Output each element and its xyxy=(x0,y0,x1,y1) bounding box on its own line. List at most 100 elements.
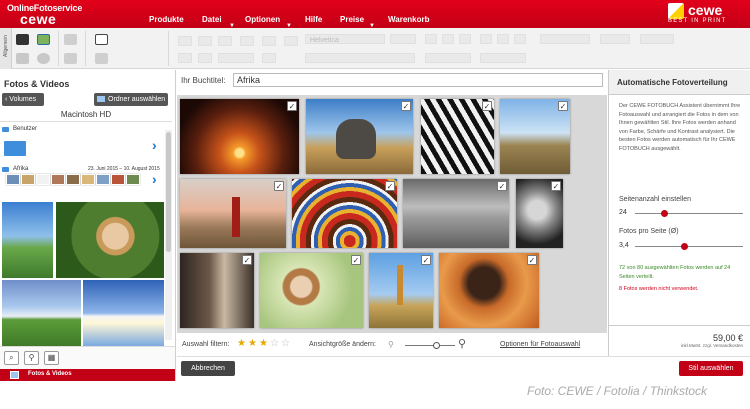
photo-add-icon[interactable] xyxy=(37,34,50,45)
photo-icon xyxy=(10,371,19,379)
grid-view-icon[interactable]: ▦ xyxy=(44,351,59,365)
photo-thumbnail[interactable] xyxy=(56,202,164,278)
tab-label: Fotos & Videos xyxy=(28,371,72,377)
photo-card[interactable]: ✓ xyxy=(439,253,539,328)
panel-title: Automatische Fotoverteilung xyxy=(609,70,750,95)
layer-icon[interactable] xyxy=(218,36,232,46)
rotate-icon[interactable] xyxy=(262,36,276,46)
folder-item-benutzer[interactable]: Benutzer › xyxy=(2,125,162,165)
person-small-icon: ⚲ xyxy=(388,340,394,349)
photo-card[interactable]: ✓ xyxy=(403,179,509,248)
photo-thumbnail[interactable] xyxy=(2,202,53,278)
save-as-icon[interactable] xyxy=(16,53,29,64)
photo-thumbnail[interactable] xyxy=(83,280,164,346)
photo-checkbox[interactable]: ✓ xyxy=(551,181,561,191)
photo-card[interactable]: ✓ xyxy=(292,179,397,248)
folder-item-afrika[interactable]: Afrika 23. Juni 2015 – 10. August 2015 › xyxy=(2,165,168,201)
line-spacing-select[interactable] xyxy=(305,53,415,63)
cancel-button[interactable]: Abbrechen xyxy=(181,361,235,376)
search-icon[interactable]: ⚲ xyxy=(24,351,39,365)
align-icon[interactable] xyxy=(178,36,192,46)
border-select[interactable] xyxy=(480,53,526,63)
text-align-left-icon[interactable] xyxy=(480,34,492,44)
copy-icon[interactable] xyxy=(95,34,108,45)
star-filled-icon[interactable]: ★ xyxy=(237,338,246,349)
italic-icon[interactable] xyxy=(442,34,454,44)
text-frame-select[interactable] xyxy=(425,53,471,63)
star-filled-icon[interactable]: ★ xyxy=(248,338,257,349)
filter-label: Auswahl filtern: xyxy=(182,341,230,348)
filter-icon[interactable]: ⌕ xyxy=(4,351,19,365)
photo-card[interactable]: ✓ xyxy=(306,99,413,174)
photo-checkbox[interactable]: ✓ xyxy=(351,255,361,265)
nav-preise[interactable]: Preise xyxy=(340,15,364,24)
effect-select[interactable] xyxy=(600,34,630,44)
photo-card[interactable]: ✓ xyxy=(421,99,494,174)
nav-datei[interactable]: Datei xyxy=(202,15,222,24)
zoom-out-icon[interactable] xyxy=(198,53,212,63)
photo-checkbox[interactable]: ✓ xyxy=(558,101,568,111)
photo-card[interactable]: ✓ xyxy=(180,99,299,174)
scrollbar-thumb[interactable] xyxy=(166,132,171,252)
star-empty-icon[interactable]: ☆ xyxy=(270,338,279,349)
crop-icon[interactable] xyxy=(240,36,254,46)
text-align-right-icon[interactable] xyxy=(514,34,526,44)
choose-folder-button[interactable]: Ordner auswählen xyxy=(94,93,168,106)
pages-slider-handle[interactable] xyxy=(661,210,668,217)
photo-checkbox[interactable]: ✓ xyxy=(274,181,284,191)
undo-icon[interactable] xyxy=(64,34,77,45)
book-title-input[interactable] xyxy=(233,73,603,87)
text-align-center-icon[interactable] xyxy=(497,34,509,44)
nav-produkte[interactable]: Produkte xyxy=(149,15,184,24)
photo-card[interactable]: ✓ xyxy=(180,179,286,248)
volumes-button[interactable]: ‹ Volumes xyxy=(2,93,44,106)
underline-icon[interactable] xyxy=(459,34,471,44)
select-style-button[interactable]: Stil auswählen xyxy=(679,361,743,376)
photo-options-link[interactable]: Optionen für Fotoauswahl xyxy=(500,341,580,348)
photo-checkbox[interactable]: ✓ xyxy=(385,181,395,191)
redo-icon[interactable] xyxy=(64,53,77,64)
bold-icon[interactable] xyxy=(425,34,437,44)
settings-icon[interactable] xyxy=(37,53,50,64)
per-page-slider-track[interactable] xyxy=(635,246,743,247)
top-navigation-bar: OnlineFotoservice cewe Produkte Datei ▼ … xyxy=(0,0,750,29)
chevron-right-icon[interactable]: › xyxy=(152,171,157,187)
photo-checkbox[interactable]: ✓ xyxy=(287,101,297,111)
grid-icon[interactable] xyxy=(262,53,276,63)
nav-hilfe[interactable]: Hilfe xyxy=(305,15,322,24)
opacity-select[interactable] xyxy=(640,34,674,44)
photo-checkbox[interactable]: ✓ xyxy=(421,255,431,265)
photo-card[interactable]: ✓ xyxy=(516,179,563,248)
color-picker[interactable] xyxy=(540,34,590,44)
photo-checkbox[interactable]: ✓ xyxy=(527,255,537,265)
pages-slider-track[interactable] xyxy=(635,213,743,214)
photo-checkbox[interactable]: ✓ xyxy=(497,181,507,191)
rating-stars[interactable]: ★ ★ ★ ☆ ☆ xyxy=(237,338,293,352)
photo-card[interactable]: ✓ xyxy=(260,253,363,328)
star-empty-icon[interactable]: ☆ xyxy=(281,338,290,349)
nav-optionen[interactable]: Optionen xyxy=(245,15,280,24)
folder-small-icon xyxy=(2,127,9,132)
nav-warenkorb[interactable]: Warenkorb xyxy=(388,15,430,24)
photo-checkbox[interactable]: ✓ xyxy=(482,101,492,111)
star-filled-icon[interactable]: ★ xyxy=(259,338,268,349)
folder-preview-thumb xyxy=(81,174,95,185)
photo-card[interactable]: ✓ xyxy=(180,253,254,328)
photo-thumbnail[interactable] xyxy=(2,280,81,346)
tab-photos-videos[interactable]: Fotos & Videos xyxy=(0,369,175,381)
view-size-slider-track[interactable] xyxy=(405,345,455,346)
font-size-select[interactable] xyxy=(390,34,416,44)
chevron-right-icon[interactable]: › xyxy=(152,137,157,153)
photo-card[interactable]: ✓ xyxy=(369,253,433,328)
zoom-select[interactable] xyxy=(218,53,254,63)
zoom-in-icon[interactable] xyxy=(178,53,192,63)
arrange-icon[interactable] xyxy=(198,36,212,46)
paste-icon[interactable] xyxy=(95,53,108,64)
photo-checkbox[interactable]: ✓ xyxy=(401,101,411,111)
save-icon[interactable] xyxy=(16,34,29,45)
per-page-slider-handle[interactable] xyxy=(681,243,688,250)
view-size-slider-handle[interactable] xyxy=(433,342,440,349)
photo-card[interactable]: ✓ xyxy=(500,99,570,174)
photo-checkbox[interactable]: ✓ xyxy=(242,255,252,265)
mirror-icon[interactable] xyxy=(284,36,298,46)
